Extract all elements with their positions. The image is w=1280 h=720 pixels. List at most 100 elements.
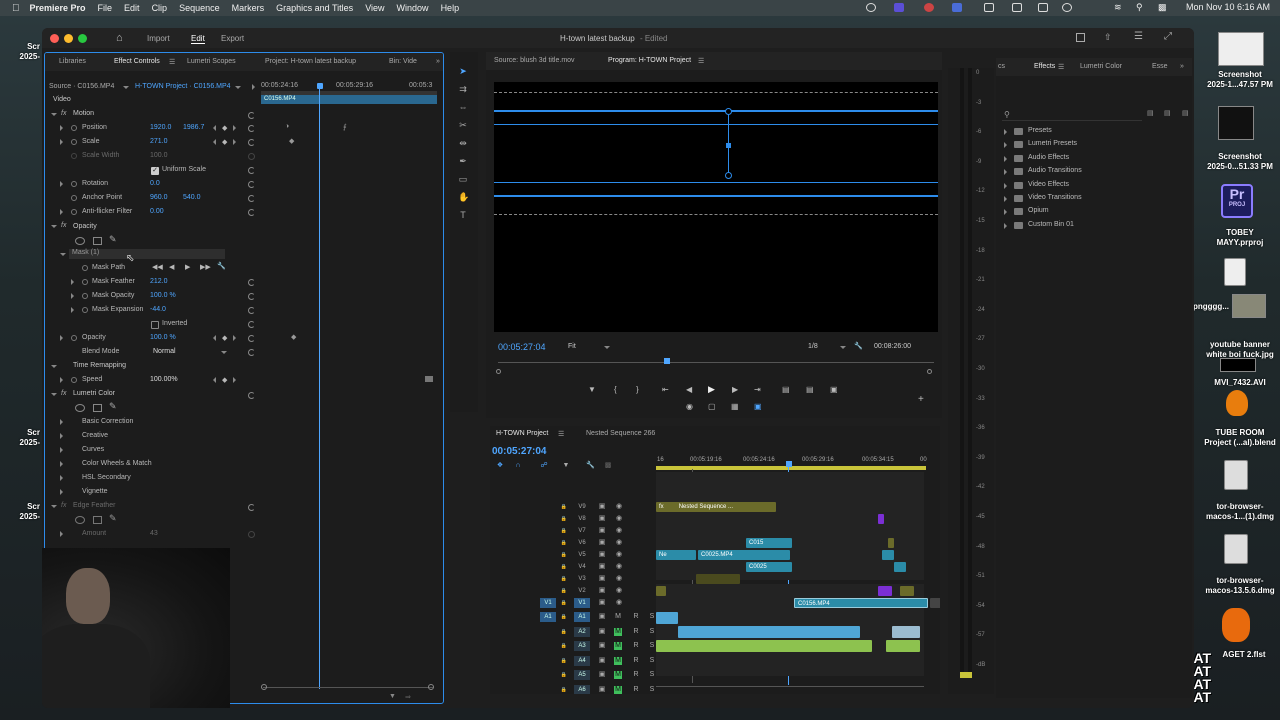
next-keyframe-icon[interactable] — [233, 139, 236, 145]
track-label-a6[interactable]: A6 — [574, 684, 590, 694]
premiere-project-icon[interactable]: Pr PROJ — [1221, 184, 1253, 218]
stopwatch-icon[interactable] — [71, 125, 77, 131]
track-label-a2[interactable]: A2 — [574, 626, 590, 637]
chevron-down-icon[interactable] — [235, 86, 241, 89]
sync-lock-icon[interactable]: ▣ — [598, 539, 606, 547]
expand-icon[interactable] — [71, 307, 74, 313]
tab-cs[interactable]: cs — [998, 63, 1005, 70]
sync-lock-icon[interactable]: ▣ — [598, 503, 606, 511]
tab-program[interactable]: Program: H-TOWN Project — [608, 57, 691, 64]
eye-icon[interactable]: ◉ — [615, 599, 623, 607]
mute-toggle[interactable]: M — [614, 671, 622, 679]
audio-clip-a2b[interactable] — [892, 626, 920, 638]
lumetri-item[interactable]: Curves — [82, 446, 104, 458]
clip-c0025[interactable]: C0025.MP4 — [698, 550, 790, 560]
rectangle-mask-icon[interactable] — [93, 516, 102, 524]
status-icon-4[interactable] — [952, 3, 962, 12]
clip-c0156[interactable]: C0156.MP4 — [794, 598, 928, 608]
record-toggle[interactable]: R — [632, 657, 640, 665]
keyframe-toggle-icon[interactable]: ◆ — [222, 334, 227, 346]
chevron-down-icon[interactable] — [123, 86, 129, 89]
search-icon[interactable]: ⚲ — [1136, 2, 1143, 13]
track-forward-one-icon[interactable]: ▶ — [185, 263, 190, 275]
eye-icon[interactable]: ◉ — [615, 527, 623, 535]
reset-icon[interactable] — [248, 279, 255, 286]
reset-icon[interactable] — [248, 392, 255, 399]
zoom-handle-right[interactable] — [927, 369, 932, 374]
ec-clip-bar[interactable]: C0156.MP4 — [261, 95, 437, 104]
eye-icon[interactable]: ◉ — [615, 563, 623, 571]
reset-icon[interactable] — [248, 293, 255, 300]
status-icon-1[interactable] — [866, 3, 876, 12]
desktop-item-label[interactable]: TOBEY — [1200, 228, 1280, 237]
stopwatch-icon[interactable] — [82, 293, 88, 299]
record-toggle[interactable]: R — [632, 613, 640, 621]
expand-icon[interactable] — [60, 531, 63, 537]
mask-opacity-value[interactable]: 100.0 % — [150, 292, 176, 304]
ellipse-mask-icon[interactable] — [75, 404, 85, 412]
linked-selection-icon[interactable]: ☍ — [540, 462, 548, 470]
menu-view[interactable]: View — [365, 3, 384, 13]
stopwatch-icon[interactable] — [71, 209, 77, 215]
effects-search-input[interactable] — [1002, 109, 1142, 121]
dmg-icon[interactable] — [1224, 460, 1248, 490]
sync-lock-icon[interactable]: ▣ — [598, 613, 606, 621]
video-thumbnail[interactable] — [1220, 358, 1256, 372]
screenshot-thumbnail[interactable] — [1218, 106, 1254, 140]
lock-icon[interactable]: 🔒 — [560, 539, 568, 547]
mute-toggle[interactable]: M — [614, 685, 622, 694]
tabs-overflow-icon[interactable]: » — [436, 58, 440, 65]
solo-toggle[interactable]: S — [648, 628, 656, 636]
panel-menu-icon[interactable]: ☰ — [1058, 63, 1064, 71]
next-keyframe-icon[interactable] — [233, 377, 236, 383]
tab-effect-controls[interactable]: Effect Controls — [114, 58, 160, 65]
tab-h-town-project[interactable]: H-TOWN Project — [496, 430, 548, 437]
clip-ne[interactable]: Ne — [656, 550, 696, 560]
source-patch-a1[interactable]: A1 — [540, 612, 556, 622]
screen-record-icon[interactable] — [894, 3, 904, 12]
lift-icon[interactable]: ▤ — [782, 385, 790, 394]
clip-teal-small[interactable] — [894, 562, 906, 572]
hand-tool-icon[interactable]: ✋ — [458, 192, 469, 202]
track-label-v7[interactable]: V7 — [574, 526, 590, 536]
razor-tool-icon[interactable]: ✂ — [458, 120, 468, 130]
lock-icon[interactable]: 🔒 — [560, 527, 568, 535]
chevron-down-icon[interactable] — [840, 346, 846, 349]
go-to-in-icon[interactable]: ⇤ — [662, 385, 669, 394]
clip-olive-dim[interactable] — [696, 574, 740, 584]
button-editor-icon[interactable]: + — [918, 394, 924, 405]
mask-name[interactable]: Mask (1) — [72, 249, 99, 261]
program-video-frame[interactable] — [494, 82, 938, 332]
prev-keyframe-icon[interactable] — [213, 139, 216, 145]
solo-toggle[interactable]: S — [648, 613, 656, 621]
expand-icon[interactable] — [60, 489, 63, 495]
anchor-x-value[interactable]: 960.0 — [150, 194, 168, 206]
clip-nested-sequence[interactable]: fx Nested Sequence ... — [656, 502, 776, 512]
position-y-value[interactable]: 1986.7 — [183, 124, 204, 136]
expand-icon[interactable] — [60, 475, 63, 481]
minimize-button[interactable] — [64, 34, 73, 43]
audio-clip-a3b[interactable] — [886, 640, 920, 652]
stopwatch-icon[interactable] — [82, 307, 88, 313]
audio-clip-a2[interactable] — [678, 626, 860, 638]
tab-nested-sequence[interactable]: Nested Sequence 266 — [586, 430, 655, 437]
expand-icon[interactable] — [1004, 182, 1007, 189]
desktop-item-label[interactable]: macos-1...(1).dmg — [1200, 512, 1280, 521]
safe-margins-icon[interactable]: ▢ — [708, 402, 716, 411]
tab-lumetri-color[interactable]: Lumetri Color — [1080, 63, 1122, 70]
expand-icon[interactable] — [60, 419, 63, 425]
clip-purple[interactable] — [878, 514, 884, 524]
lock-icon[interactable]: 🔒 — [560, 515, 568, 523]
tab-project[interactable]: Project: H-town latest backup — [265, 58, 356, 65]
track-label-a1[interactable]: A1 — [574, 612, 590, 622]
solo-toggle[interactable]: S — [648, 686, 656, 694]
chevron-down-icon[interactable] — [221, 351, 227, 354]
menu-clock[interactable]: Mon Nov 10 6:16 AM — [1186, 2, 1270, 12]
speed-value[interactable]: 100.00% — [150, 376, 178, 388]
lock-icon[interactable]: 🔒 — [560, 563, 568, 571]
expand-icon[interactable] — [71, 279, 74, 285]
track-label-a4[interactable]: A4 — [574, 655, 590, 666]
multicam-icon[interactable]: ▦ — [731, 402, 739, 411]
wifi-icon[interactable]: ≋ — [1114, 2, 1122, 13]
clip-teal-small[interactable] — [882, 550, 894, 560]
